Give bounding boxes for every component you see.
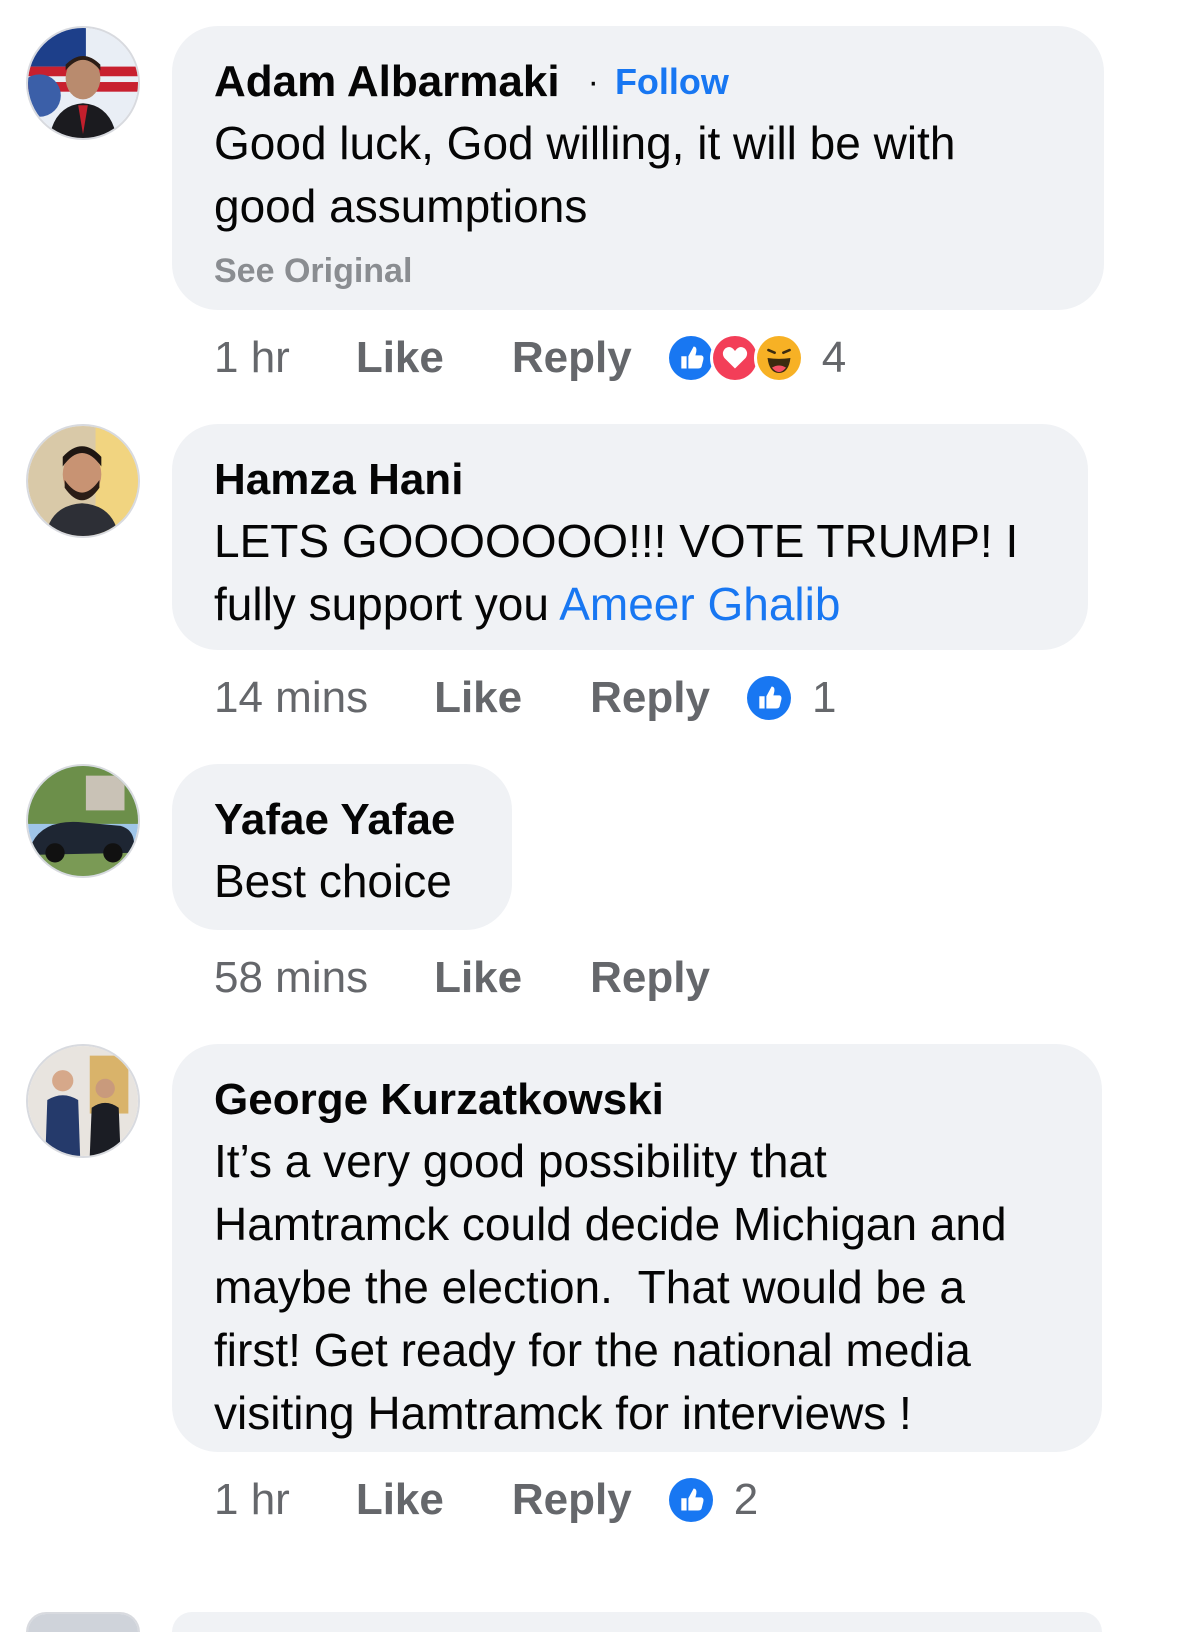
comment-timestamp[interactable]: 1 hr [214,1475,290,1525]
avatar[interactable] [26,764,140,878]
like-icon [665,1475,716,1525]
comment-author[interactable]: George Kurzatkowski [214,1075,664,1125]
reaction-count[interactable]: 4 [822,333,846,383]
like-icon [665,333,716,383]
comment-author[interactable]: Yafae Yafae [214,795,455,845]
reaction-count[interactable]: 1 [812,673,836,723]
like-button[interactable]: Like [356,1475,444,1525]
avatar[interactable] [26,424,140,538]
comment-text: LETS GOOOOOOO!!! VOTE TRUMP! I fully sup… [214,510,1048,636]
comment-text: Good luck, God willing, it will be with … [214,117,956,232]
reactions-summary[interactable] [665,1475,716,1525]
comment-bubble: Adam Albarmaki · Follow Good luck, God w… [172,26,1104,310]
mention-link[interactable]: Ameer Ghalib [559,578,840,630]
separator-dot: · [587,62,599,101]
comment-bubble: Hamza Hani LETS GOOOOOOO!!! VOTE TRUMP! … [172,424,1088,650]
comment-timestamp[interactable]: 14 mins [214,673,368,723]
reaction-count[interactable]: 2 [734,1475,758,1525]
like-button[interactable]: Like [434,673,522,723]
reply-button[interactable]: Reply [590,953,710,1003]
comment-bubble: Yafae Yafae Best choice [172,764,512,930]
comment-author[interactable]: Hamza Hani [214,455,463,505]
comment-actions: 14 mins Like Reply 1 [214,668,836,728]
haha-icon [753,333,804,383]
reply-button[interactable]: Reply [512,1475,632,1525]
comment-timestamp[interactable]: 58 mins [214,953,368,1003]
comment-author[interactable]: Adam Albarmaki [214,57,560,107]
avatar[interactable] [26,26,140,140]
comment-actions: 1 hr Like Reply 2 [214,1470,758,1530]
comment-timestamp[interactable]: 1 hr [214,333,290,383]
see-original-link[interactable]: See Original [214,252,1064,291]
avatar[interactable] [26,1612,140,1632]
love-icon [709,333,760,383]
reactions-summary[interactable] [665,333,804,383]
comment-text: It’s a very good possibility that Hamtra… [214,1135,1020,1439]
like-button[interactable]: Like [356,333,444,383]
like-icon [743,673,794,723]
reactions-summary[interactable] [743,673,794,723]
comment-actions: 1 hr Like Reply 4 [214,328,846,388]
avatar[interactable] [26,1044,140,1158]
reply-button[interactable]: Reply [512,333,632,383]
reply-button[interactable]: Reply [590,673,710,723]
comment-actions: 58 mins Like Reply [214,948,710,1008]
like-button[interactable]: Like [434,953,522,1003]
follow-button[interactable]: Follow [615,61,729,103]
comment-bubble: George Kurzatkowski It’s a very good pos… [172,1044,1102,1452]
comment-bubble [172,1612,1102,1632]
comment-text: Best choice [214,855,452,907]
